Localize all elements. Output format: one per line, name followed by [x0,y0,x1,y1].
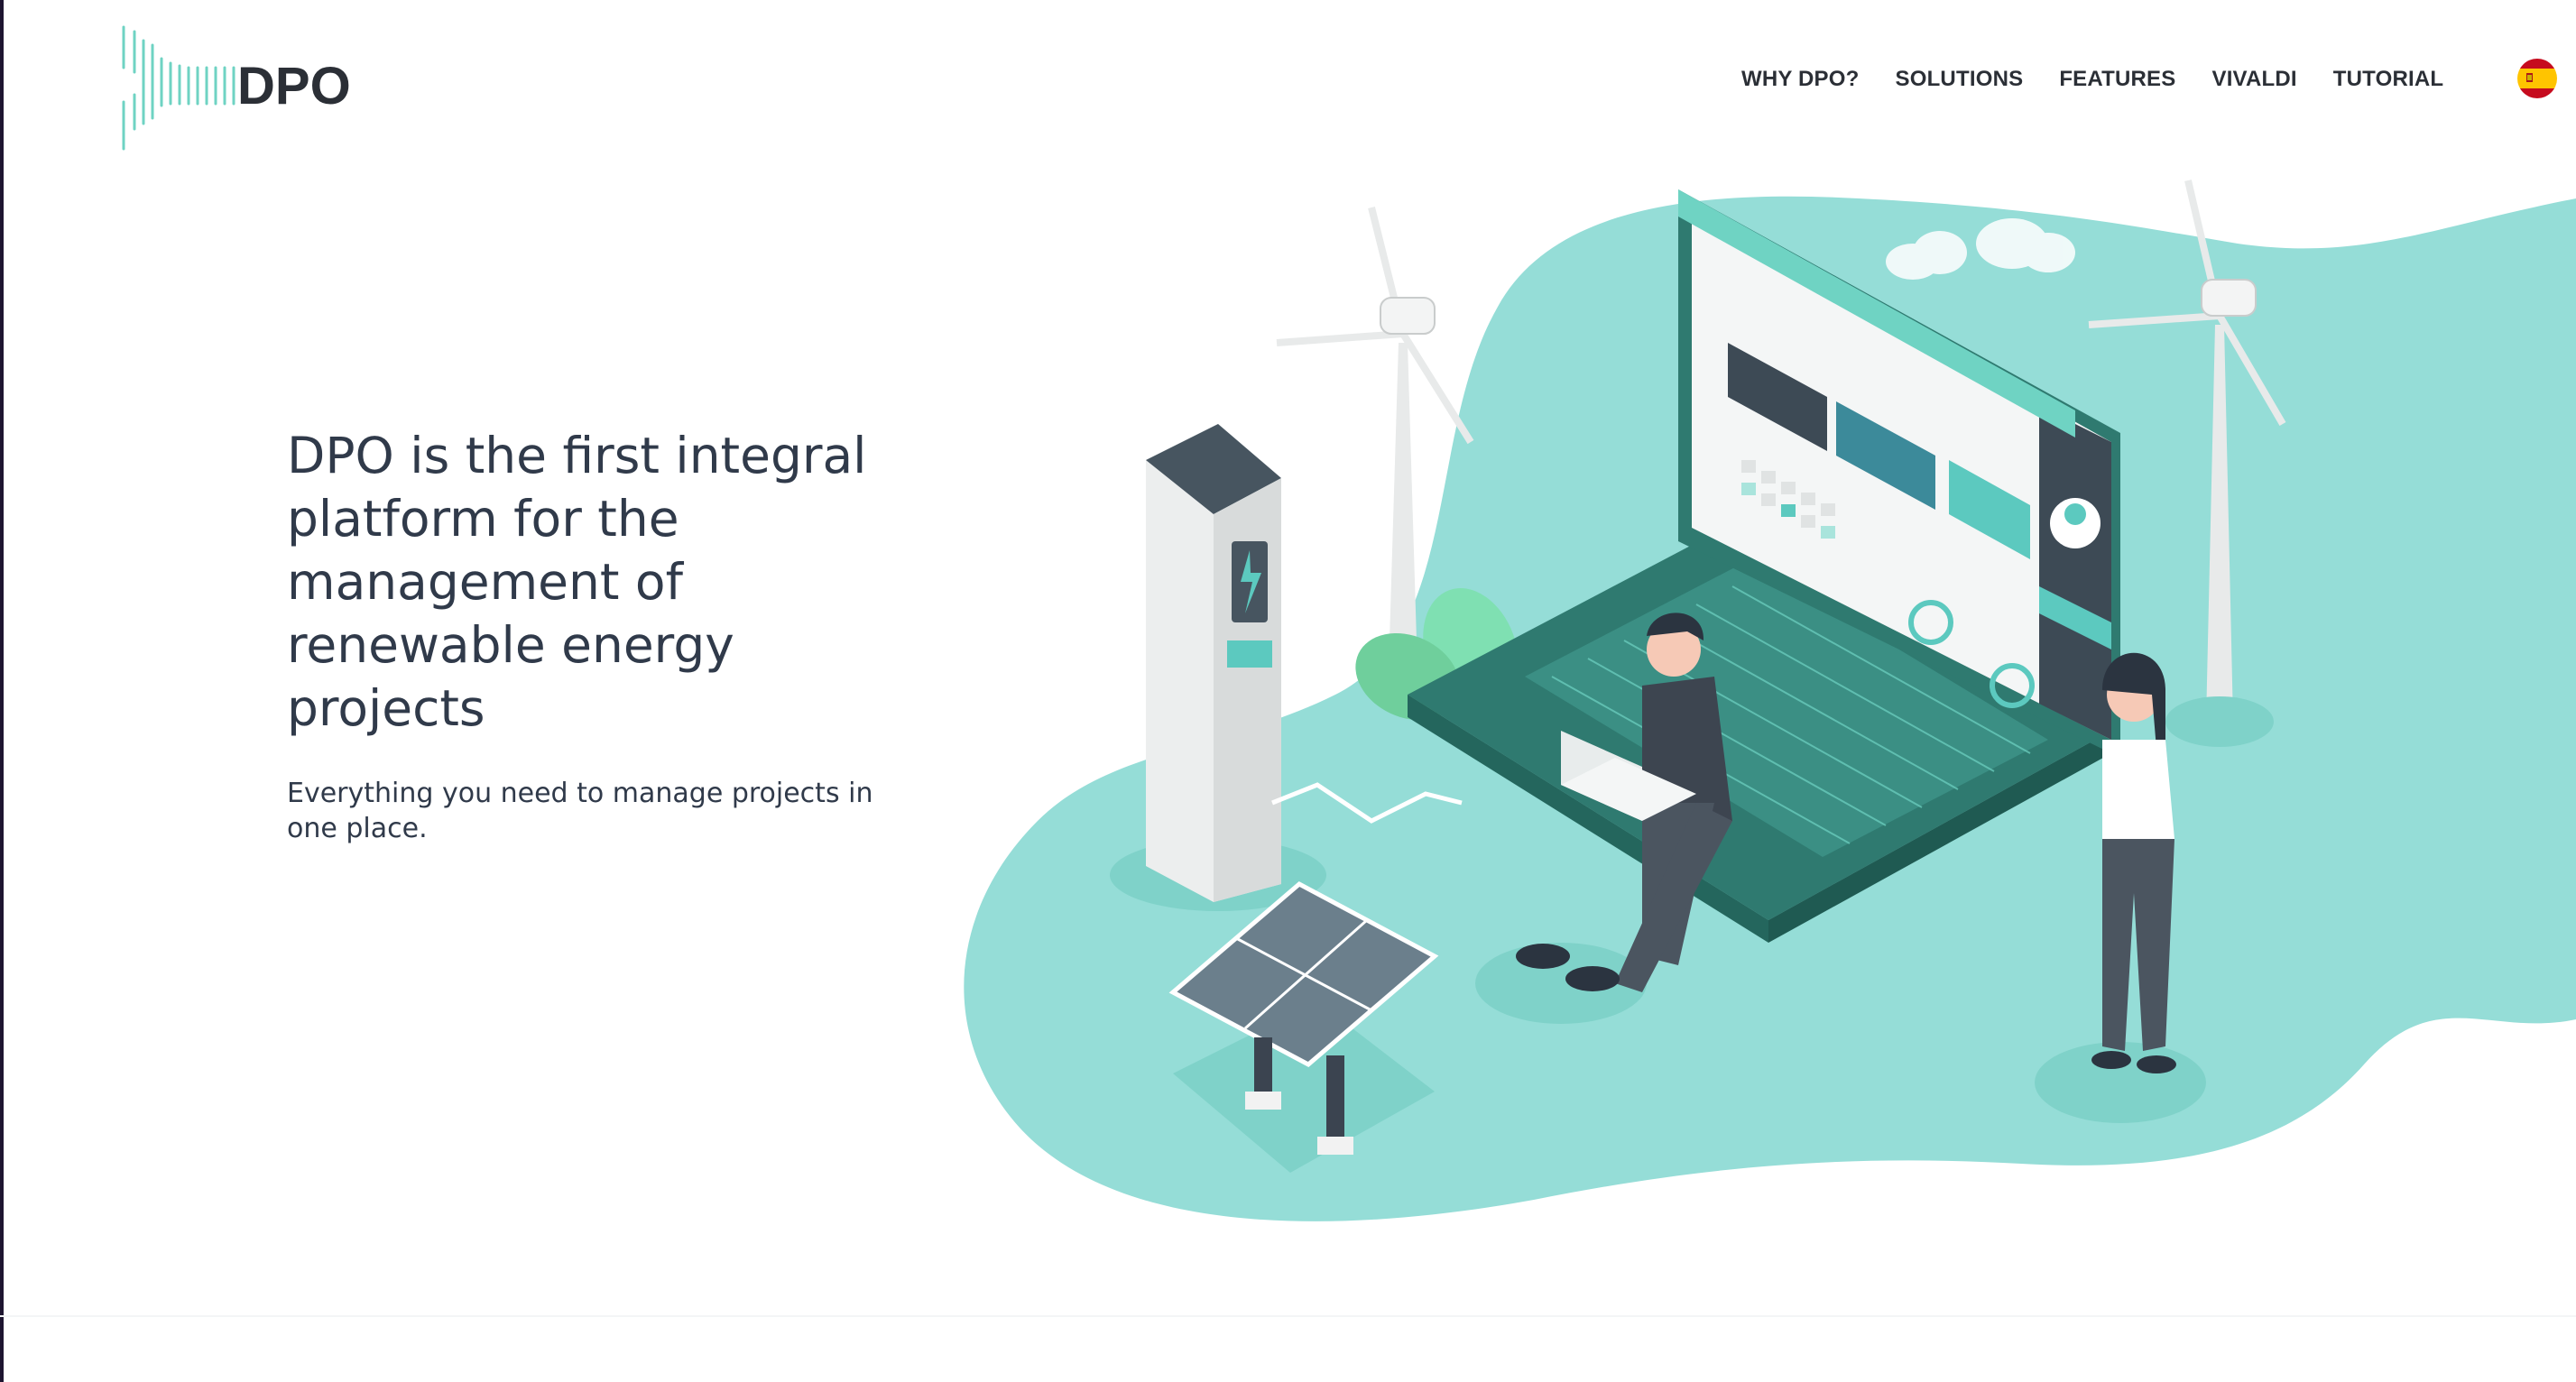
spain-flag-icon[interactable] [2517,59,2557,98]
dpo-logo[interactable]: DPO [113,23,365,153]
window-edge [0,0,4,1382]
nav-tutorial[interactable]: TUTORIAL [2333,67,2443,92]
hero-subtitle: Everything you need to manage projects i… [287,778,873,844]
site-header: DPO WHY DPO? SOLUTIONS FEATURES VIVALDI … [0,0,2576,171]
renewable-energy-illustration [956,171,2576,1254]
section-divider [0,1315,2576,1317]
nav-solutions[interactable]: SOLUTIONS [1896,67,2024,92]
nav-features[interactable]: FEATURES [2059,67,2175,92]
hero-section: DPO is the first integral platform for t… [287,424,937,846]
main-nav: WHY DPO? SOLUTIONS FEATURES VIVALDI TUTO… [1741,63,2479,96]
nav-vivaldi[interactable]: VIVALDI [2211,67,2296,92]
hero-title: DPO is the first integral platform for t… [287,427,867,737]
nav-why-dpo[interactable]: WHY DPO? [1741,67,1860,92]
logo-text: DPO [237,57,351,115]
